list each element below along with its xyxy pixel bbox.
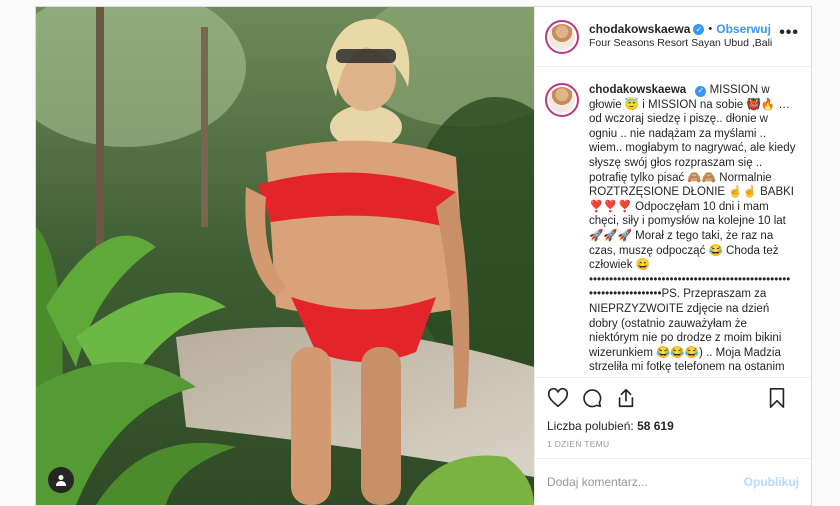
- likes-number: 58 619: [637, 419, 674, 433]
- post-header: chodakowskaewa ✓ • Obserwuj Four Seasons…: [535, 7, 811, 67]
- caption-avatar[interactable]: [545, 83, 579, 117]
- publish-button[interactable]: Opublikuj: [744, 475, 799, 489]
- bookmark-icon[interactable]: [767, 387, 787, 409]
- avatar[interactable]: [545, 19, 579, 54]
- heart-icon[interactable]: [547, 387, 569, 409]
- post-sidebar: chodakowskaewa ✓ • Obserwuj Four Seasons…: [534, 7, 811, 505]
- follow-button[interactable]: Obserwuj: [716, 22, 771, 37]
- instagram-post: chodakowskaewa ✓ • Obserwuj Four Seasons…: [35, 6, 812, 506]
- user-tag-button[interactable]: [48, 467, 74, 493]
- action-bar: [535, 377, 811, 417]
- caption-verified-badge-icon: ✓: [695, 85, 707, 97]
- post-photo[interactable]: [36, 7, 534, 505]
- likes-label: Liczba polubień:: [547, 419, 634, 433]
- comment-form: Opublikuj: [535, 459, 811, 505]
- post-timestamp[interactable]: 1 DZIEŃ TEMU: [535, 435, 811, 459]
- photo-image: [36, 7, 534, 505]
- verified-badge-icon: ✓: [693, 24, 705, 36]
- share-icon[interactable]: [615, 387, 637, 409]
- caption-username[interactable]: chodakowskaewa: [589, 84, 686, 96]
- caption-area: chodakowskaewa ✓ MISSION w głowie 😇 i MI…: [535, 67, 811, 377]
- caption-body: MISSION w głowie 😇 i MISSION na sobie 👹🔥…: [589, 84, 796, 374]
- separator-dot: •: [708, 23, 713, 36]
- username[interactable]: chodakowskaewa: [589, 22, 690, 37]
- likes-count[interactable]: Liczba polubień: 58 619: [535, 417, 811, 435]
- user-tag-icon: [56, 475, 66, 486]
- caption-text: chodakowskaewa ✓ MISSION w głowie 😇 i MI…: [589, 83, 799, 377]
- comment-icon[interactable]: [581, 387, 603, 409]
- comment-input[interactable]: [547, 475, 744, 489]
- more-options-icon[interactable]: •••: [779, 25, 799, 41]
- location-link[interactable]: Four Seasons Resort Sayan Ubud ,Bali: [589, 37, 772, 50]
